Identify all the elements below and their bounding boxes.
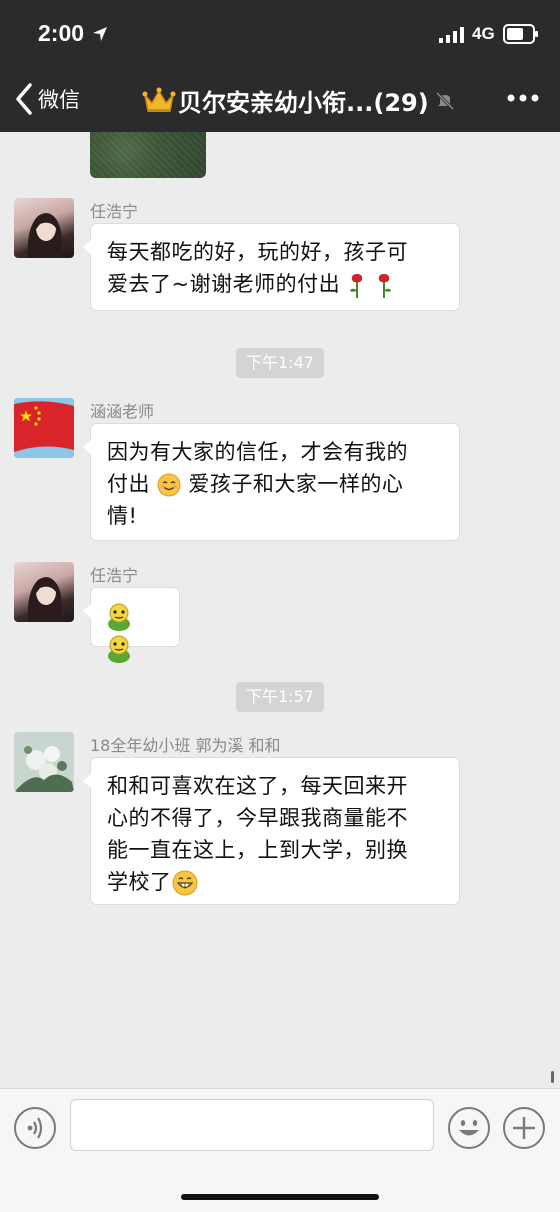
avatar[interactable]: [14, 398, 74, 458]
chat-area[interactable]: 任浩宁 每天都吃的好，玩的好，孩子可 爱去了~谢谢老师的付出 下午1:47 涵涵…: [0, 132, 560, 1088]
emoji-button[interactable]: [448, 1107, 490, 1149]
home-indicator: [181, 1194, 379, 1200]
rose-emoji-icon: [350, 274, 363, 298]
plant-avatar-image: [14, 732, 74, 792]
flag-avatar-image: [14, 398, 74, 458]
status-time: 2:00: [38, 20, 85, 46]
back-label: 微信: [38, 88, 80, 112]
chat-title: 贝尔安亲幼小衔...(29): [142, 83, 455, 118]
plus-icon: [513, 1117, 535, 1139]
timestamp: 下午1:57: [236, 682, 324, 712]
message-input[interactable]: [70, 1099, 434, 1151]
timestamp: 下午1:47: [236, 348, 324, 378]
status-bar: 2:00 4G: [0, 0, 560, 66]
sender-name: 18全年幼小班 郭为溪 和和: [90, 736, 281, 755]
message-line: 因为有大家的信任，才会有我的: [107, 440, 408, 464]
message-line: 付出 爱孩子和大家一样的心: [107, 468, 443, 500]
scrollbar[interactable]: [551, 1071, 554, 1083]
rose-emoji-icon: [379, 274, 392, 298]
nav-bar: 微信 贝尔安亲幼小衔...(29): [0, 66, 560, 132]
avatar[interactable]: [14, 732, 74, 792]
avatar-portrait: [27, 577, 62, 622]
sender-name: 涵涵老师: [90, 402, 155, 421]
smile-emoji-icon: [157, 473, 181, 497]
message-text: 爱孩子和大家一样的心: [188, 472, 404, 496]
message-text: 付出: [107, 472, 150, 496]
mute-bell-icon: [435, 91, 454, 110]
location-arrow-icon: [93, 27, 107, 41]
plus-button[interactable]: [503, 1107, 545, 1149]
message-line: 情!: [107, 504, 138, 528]
voice-icon: [27, 1117, 43, 1139]
battery-icon: [503, 24, 538, 44]
network-type: 4G: [472, 24, 495, 43]
frog-emoji-icon: [108, 603, 130, 631]
grin-emoji-icon: [172, 870, 197, 896]
chevron-left-icon: [16, 83, 32, 115]
message-bubble[interactable]: [83, 587, 180, 663]
back-button[interactable]: 微信: [14, 80, 80, 118]
avatar-portrait: [27, 213, 62, 258]
message-text: 和和可喜欢在这了，每天回来开 心的不得了，今早跟我商量能不 能一直在这上，上到大…: [107, 774, 408, 894]
avatar[interactable]: [14, 198, 74, 258]
message-bubble[interactable]: 每天都吃的好，玩的好，孩子可 爱去了~谢谢老师的付出: [83, 223, 460, 311]
frog-emoji-icon: [108, 635, 130, 663]
message-bubble[interactable]: 因为有大家的信任，才会有我的 付出 爱孩子和大家一样的心 情!: [83, 423, 460, 541]
input-bar: [0, 1088, 560, 1212]
more-dots-icon[interactable]: [506, 88, 540, 108]
message-bubble[interactable]: 和和可喜欢在这了，每天回来开 心的不得了，今早跟我商量能不 能一直在这上，上到大…: [83, 757, 460, 905]
sender-name: 任浩宁: [90, 202, 139, 221]
avatar[interactable]: [14, 562, 74, 622]
signal-bars-icon: [439, 27, 464, 43]
header: 2:00 4G 微信 贝尔安亲幼小衔...(29): [0, 0, 560, 132]
crown-icon: [142, 87, 176, 112]
emoji-face-icon: [459, 1120, 479, 1136]
voice-button[interactable]: [14, 1107, 56, 1149]
sender-name: 任浩宁: [90, 566, 139, 585]
image-message[interactable]: [90, 132, 206, 178]
chat-title-text: 贝尔安亲幼小衔...(29): [178, 89, 429, 117]
